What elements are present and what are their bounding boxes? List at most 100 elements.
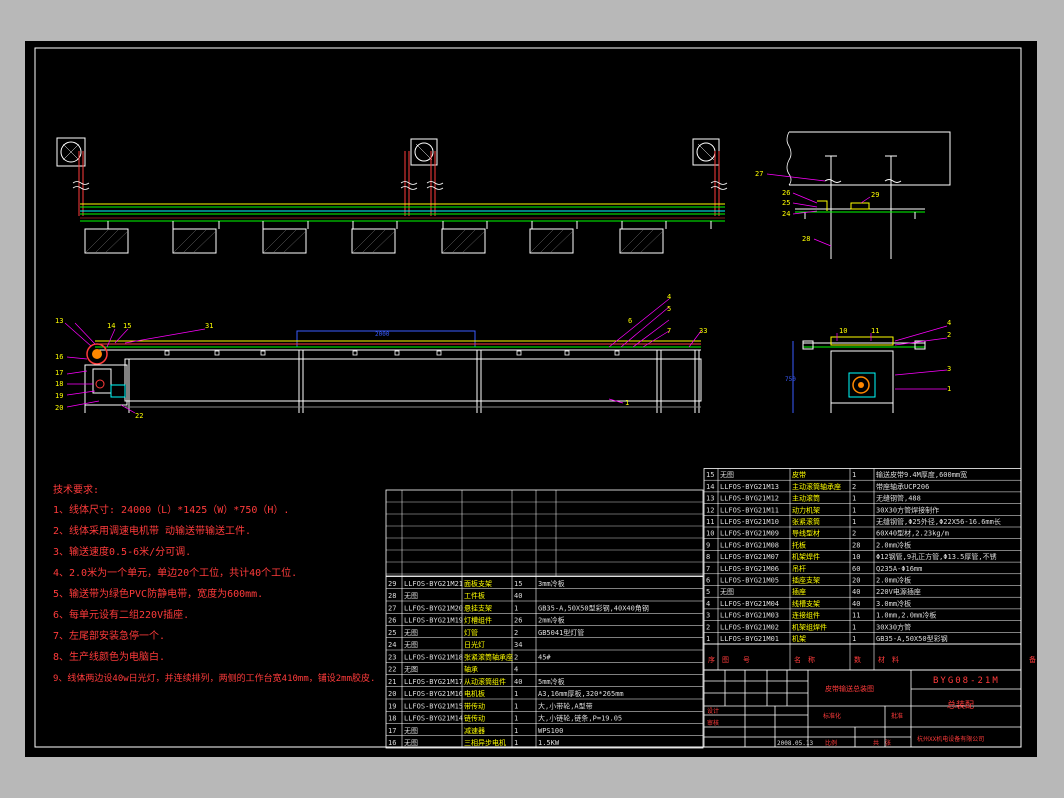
bom-right-row-7-name: 吊杆 xyxy=(792,564,806,573)
design-label: 设计 xyxy=(707,707,719,715)
bom-left-row-29-no: 29 xyxy=(388,580,396,588)
approve-label: 批准 xyxy=(891,712,903,720)
bom-right-row-9-name: 托板 xyxy=(792,540,806,549)
conveyor-frame xyxy=(124,350,702,413)
bom-left-row-17-code: 无图 xyxy=(404,727,418,735)
cad-drawing-canvas: 27 26 25 24 29 28 2000 13 14 15 31 16 17… xyxy=(25,41,1047,757)
bom-right-row-12-qty: 1 xyxy=(852,506,856,514)
company-name: 杭州XX机电设备有限公司 xyxy=(917,735,984,743)
bom-left-row-19-no: 19 xyxy=(388,702,396,710)
standard-label: 标准化 xyxy=(823,712,841,720)
workpiece-hatch xyxy=(84,228,664,254)
bom-right-row-8-qty: 10 xyxy=(852,553,860,561)
part-label-1-end: 1 xyxy=(947,385,951,393)
bom-right-row-12-spec: 30X30方管焊接制作 xyxy=(876,505,939,514)
part-label-7-mid: 7 xyxy=(667,327,671,335)
bom-right-row-12-no: 12 xyxy=(706,506,714,514)
bom-left-row-29-qty: 15 xyxy=(514,580,522,588)
bom-right-row-1-spec: GB35-A,50X50型彩钢 xyxy=(876,634,948,643)
bom-left-row-23-spec: 45# xyxy=(538,653,551,661)
part-label-29: 29 xyxy=(871,191,879,199)
part-label-13: 13 xyxy=(55,317,63,325)
bom-right-row-15-name: 皮带 xyxy=(792,470,806,479)
part-label-2-end: 2 xyxy=(947,331,951,339)
bom-right-row-2-no: 2 xyxy=(706,623,710,631)
bom-left-row-18-name: 链传动 xyxy=(464,714,485,723)
tech-requirement-1: 1、线体尺寸: 24000（L）*1425（W）*750（H）. xyxy=(53,503,289,516)
bom-left-row-25-name: 灯管 xyxy=(464,628,478,637)
bom-header-no: 序 xyxy=(708,655,715,664)
tech-requirement-6: 6、每单元设有二组220V插座. xyxy=(53,608,189,621)
drawing-svg: 27 26 25 24 29 28 2000 13 14 15 31 16 17… xyxy=(34,47,1047,749)
bom-left-row-16-name: 三相异步电机 xyxy=(464,738,506,747)
part-label-27: 27 xyxy=(755,170,763,178)
bom-right-row-4-name: 线槽支架 xyxy=(792,599,820,608)
part-label-4-mid: 4 xyxy=(667,293,671,301)
bom-left-row-20-name: 电机板 xyxy=(464,689,485,698)
drawing-number: BYG08-21M xyxy=(933,676,1000,686)
bom-right-row-2-code: LLFOS-BYG21M02 xyxy=(720,623,779,631)
bom-left-row-17-spec: WPS100 xyxy=(538,727,563,735)
part-label-22: 22 xyxy=(135,412,143,420)
bom-right-row-13-code: LLFOS-BYG21M12 xyxy=(720,495,779,503)
bom-left-row-25-qty: 2 xyxy=(514,629,518,637)
tech-requirements-title: 技术要求: xyxy=(53,483,99,496)
bom-left-row-26-spec: 2mm冷板 xyxy=(538,616,565,625)
bom-right-row-10-code: LLFOS-BYG21M09 xyxy=(720,530,779,538)
bom-left-row-18-code: LLFOS-BYG21M14 xyxy=(404,715,463,723)
bom-right-row-3-name: 连接组件 xyxy=(792,611,820,620)
bom-right-row-6-spec: 2.0mm冷板 xyxy=(876,576,911,585)
bom-left-row-21-name: 从动滚筒组件 xyxy=(464,677,506,686)
support-posts-top xyxy=(107,221,712,229)
bom-left-row-19-spec: 大,小带轮,A型带 xyxy=(538,701,593,710)
bom-left-row-28-code: 无图 xyxy=(404,592,418,600)
bom-left-row-25-no: 25 xyxy=(388,629,396,637)
bom-right-row-8-name: 机架焊件 xyxy=(792,552,820,561)
bom-right-row-3-spec: 1.0mm,2.0mm冷板 xyxy=(876,611,936,620)
bom-left-row-24-name: 日光灯 xyxy=(464,640,485,649)
light-box-left xyxy=(56,137,86,167)
bom-left-row-17-qty: 1 xyxy=(514,727,518,735)
bom-right-row-4-qty: 40 xyxy=(852,600,860,608)
support-brackets-mid xyxy=(164,350,620,356)
bom-left-row-19-qty: 1 xyxy=(514,702,518,710)
part-label-16: 16 xyxy=(55,353,63,361)
bom-left-row-19-code: LLFOS-BYG21M15 xyxy=(404,702,463,710)
bom-left-row-24-code: 无图 xyxy=(404,641,418,649)
bom-right-row-3-no: 3 xyxy=(706,612,710,620)
bom-left-row-17-no: 17 xyxy=(388,727,396,735)
part-label-33: 33 xyxy=(699,327,707,335)
bom-right-row-4-code: LLFOS-BYG21M04 xyxy=(720,600,779,608)
bom-left-row-29-name: 面板支架 xyxy=(464,579,492,588)
bom-right-row-11-name: 张紧滚筒 xyxy=(792,517,820,526)
part-label-1-mid: 1 xyxy=(625,399,629,407)
bom-left-row-20-qty: 1 xyxy=(514,690,518,698)
break-marks xyxy=(72,181,728,190)
bom-right-row-15-qty: 1 xyxy=(852,471,856,479)
bom-right-row-13-qty: 1 xyxy=(852,495,856,503)
bom-right-row-15-code: 无图 xyxy=(720,471,734,479)
drawing-date: 2008.05.13 xyxy=(777,740,814,747)
bom-right-row-14-spec: 带座轴承UCP206 xyxy=(876,482,929,491)
bom-right-row-15-spec: 输送皮带9.4M厚度,600mm宽 xyxy=(876,470,967,479)
bom-left-row-22-qty: 4 xyxy=(514,666,518,674)
bom-left-row-22-code: 无图 xyxy=(404,666,418,674)
bom-right-row-7-no: 7 xyxy=(706,565,710,573)
bom-right-row-10-name: 导线型材 xyxy=(792,529,820,538)
bom-left-row-16-code: 无图 xyxy=(404,739,418,747)
bom-right-row-7-qty: 60 xyxy=(852,565,860,573)
bom-left-row-27-spec: GB35-A,50X50型彩钢,40X40角钢 xyxy=(538,603,649,612)
bom-left-row-27-name: 悬挂支架 xyxy=(464,603,492,612)
bom-left-row-23-no: 23 xyxy=(388,653,396,661)
part-label-28: 28 xyxy=(802,235,810,243)
bom-right-row-2-name: 机架组焊件 xyxy=(792,622,827,631)
bom-left-row-22-name: 轴承 xyxy=(464,665,478,674)
part-label-5-mid: 5 xyxy=(667,305,671,313)
part-label-6-mid: 6 xyxy=(628,317,632,325)
bom-right-row-11-code: LLFOS-BYG21M10 xyxy=(720,518,779,526)
bom-right-row-1-code: LLFOS-BYG21M01 xyxy=(720,635,779,643)
tech-requirement-4: 4、2.0米为一个单元，单边20个工位，共计40个工位. xyxy=(53,566,297,579)
bom-right-row-3-qty: 11 xyxy=(852,612,860,620)
tech-requirements: 技术要求: 1、线体尺寸: 24000（L）*1425（W）*750（H）. 2… xyxy=(53,483,375,684)
bom-left-row-20-no: 20 xyxy=(388,690,396,698)
